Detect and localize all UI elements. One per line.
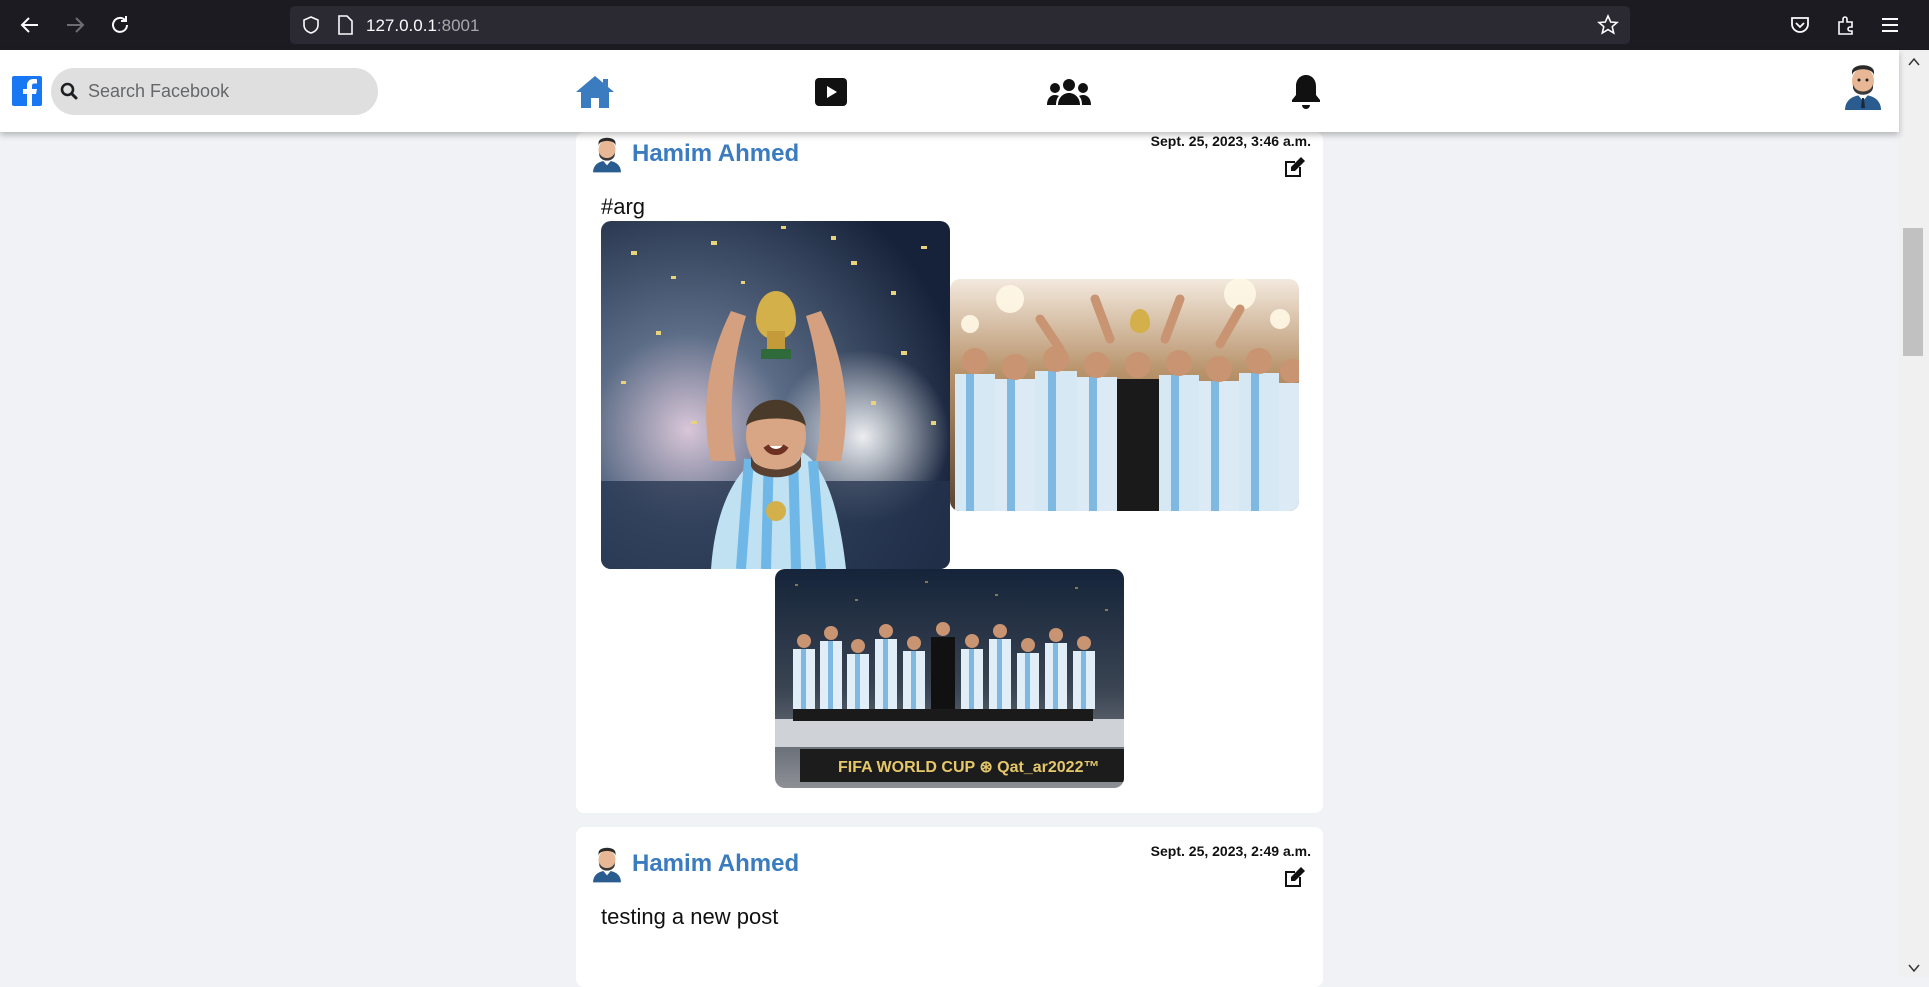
pocket-icon[interactable] [1787,12,1813,38]
menu-icon[interactable] [1877,12,1903,38]
post-date: Sept. 25, 2023, 2:49 a.m. [1150,843,1311,859]
bell-icon[interactable] [1283,72,1329,112]
post-author[interactable]: Hamim Ahmed [632,140,799,168]
back-icon[interactable] [15,10,45,40]
post-text: testing a new post [601,904,779,929]
scroll-thumb[interactable] [1903,228,1923,356]
groups-icon[interactable] [1046,72,1092,112]
post-card: Hamim Ahmed Sept. 25, 2023, 2:49 a.m. te… [576,827,1323,987]
facebook-logo-icon[interactable] [12,76,42,106]
post-author[interactable]: Hamim Ahmed [632,850,799,878]
banner-text: FIFA WORLD CUP ⊛ Qat_ar2022™ [838,759,1099,776]
page-scrollbar[interactable] [1899,50,1929,977]
search-icon [60,82,78,105]
post-card: Hamim Ahmed Sept. 25, 2023, 3:46 a.m. #a… [576,132,1323,813]
scroll-up-icon[interactable] [1908,54,1920,72]
browser-toolbar: 127.0.0.1:8001 [0,0,1929,50]
avatar[interactable] [590,133,624,173]
page-icon [336,15,354,40]
forward-icon[interactable] [60,10,90,40]
post-date: Sept. 25, 2023, 3:46 a.m. [1150,133,1311,149]
avatar[interactable] [1841,60,1885,110]
post-photo-team-celebration[interactable] [950,279,1299,511]
home-icon[interactable] [572,72,618,112]
post-photo-podium[interactable]: FIFA WORLD CUP ⊛ Qat_ar2022™ [775,569,1124,788]
url-text: 127.0.0.1:8001 [366,16,480,35]
avatar[interactable] [590,843,624,883]
extensions-icon[interactable] [1833,12,1859,38]
edit-icon[interactable] [1282,156,1306,180]
video-icon[interactable] [808,72,854,112]
search-input[interactable]: Search Facebook [51,68,378,115]
post-photo-trophy[interactable] [601,221,950,569]
edit-icon[interactable] [1282,866,1306,890]
url-bar[interactable]: 127.0.0.1:8001 [290,6,1630,44]
shield-icon[interactable] [301,15,321,40]
bookmark-star-icon[interactable] [1597,14,1619,41]
post-text: #arg [601,194,646,219]
reload-icon[interactable] [105,10,135,40]
site-header: Search Facebook [0,50,1899,132]
scroll-down-icon[interactable] [1908,960,1920,978]
search-placeholder: Search Facebook [88,81,230,101]
